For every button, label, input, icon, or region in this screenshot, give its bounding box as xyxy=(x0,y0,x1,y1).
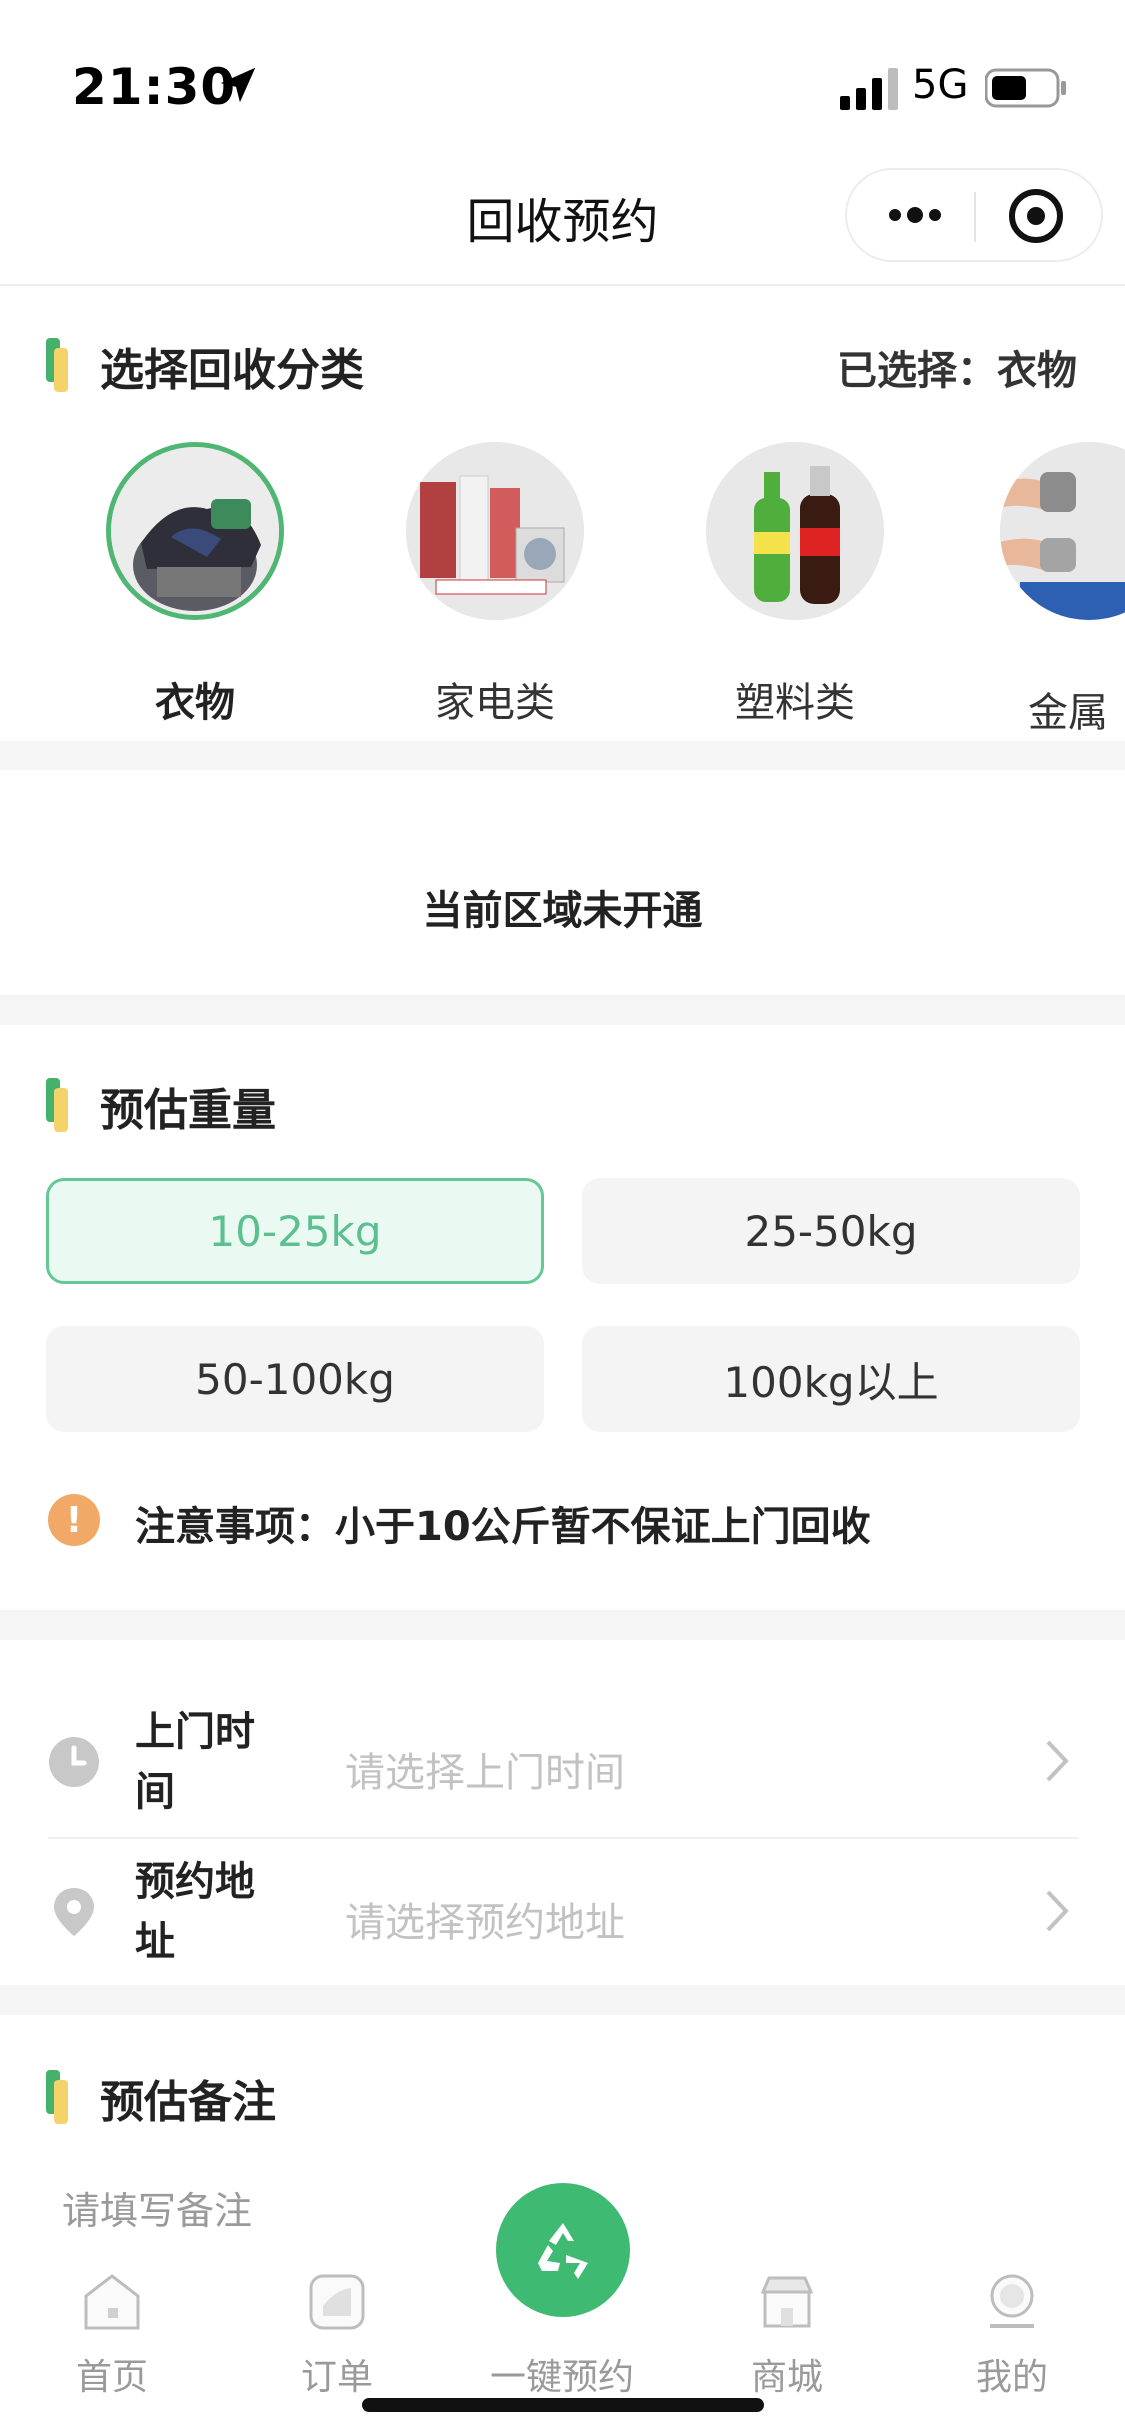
section-marker xyxy=(46,338,68,392)
tab-label-shop: 商城 xyxy=(750,2357,823,2398)
category-label-plastic: 塑料类 xyxy=(735,680,855,726)
warning-icon: ! xyxy=(48,1494,100,1546)
signal-icon xyxy=(840,68,898,110)
weight-option-10-25[interactable]: 10-25kg xyxy=(46,1178,544,1284)
weight-option-100-plus[interactable]: 100kg以上 xyxy=(582,1326,1080,1432)
region-notice-text: 当前区域未开通 xyxy=(422,888,703,934)
selected-category-text: 已选择：衣物 xyxy=(837,348,1077,394)
location-arrow-icon xyxy=(220,67,256,103)
category-item-metal[interactable] xyxy=(1000,442,1125,620)
form-row-divider xyxy=(48,1837,1078,1839)
tab-label-quick-book: 一键预约 xyxy=(489,2357,634,2398)
weight-option-50-100[interactable]: 50-100kg xyxy=(46,1326,544,1432)
visit-time-label: 上门时间 xyxy=(135,1709,255,1815)
status-time: 21:30 xyxy=(72,58,237,116)
tab-home[interactable]: 首页 xyxy=(37,2270,187,2400)
address-field[interactable]: 请选择预约地址 xyxy=(345,1890,625,1948)
profile-icon xyxy=(990,2274,1034,2328)
location-pin-icon xyxy=(54,1888,94,1936)
weight-notice-text: 注意事项：小于10公斤暂不保证上门回收 xyxy=(135,1504,871,1550)
section-marker xyxy=(46,2070,68,2124)
more-icon[interactable] xyxy=(885,200,945,230)
tab-shop[interactable]: 商城 xyxy=(712,2270,862,2400)
category-item-clothing[interactable]: 衣物 xyxy=(95,442,295,728)
category-label-clothing: 衣物 xyxy=(155,680,235,726)
shop-icon xyxy=(760,2276,814,2328)
category-section-title: 选择回收分类 xyxy=(100,345,364,396)
category-item-appliance[interactable]: 家电类 xyxy=(395,442,595,728)
home-indicator xyxy=(362,2398,764,2412)
category-label-appliance: 家电类 xyxy=(435,680,555,726)
plastic-image xyxy=(706,442,884,620)
quick-book-button[interactable] xyxy=(496,2183,630,2317)
battery-icon xyxy=(985,68,1066,108)
appliance-image xyxy=(406,442,584,620)
tab-orders[interactable]: 订单 xyxy=(262,2270,412,2400)
close-target-icon[interactable] xyxy=(1007,187,1065,245)
tab-label-orders: 订单 xyxy=(300,2357,373,2398)
mini-program-capsule xyxy=(845,168,1103,262)
weight-option-25-50[interactable]: 25-50kg xyxy=(582,1178,1080,1284)
category-item-plastic[interactable]: 塑料类 xyxy=(695,442,895,728)
visit-time-field[interactable]: 请选择上门时间 xyxy=(345,1740,625,1798)
chevron-right-icon[interactable] xyxy=(1042,1888,1072,1934)
weight-section-title: 预估重量 xyxy=(100,1085,276,1136)
recycle-icon xyxy=(538,2223,588,2279)
address-label: 预约地址 xyxy=(135,1859,255,1965)
network-label: 5G xyxy=(912,62,969,108)
remark-input[interactable]: 请填写备注 xyxy=(62,2180,252,2235)
tab-label-home: 首页 xyxy=(75,2357,148,2398)
tab-profile[interactable]: 我的 xyxy=(937,2270,1087,2400)
capsule-divider xyxy=(974,192,976,242)
section-marker xyxy=(46,1078,68,1132)
clothing-image xyxy=(106,442,284,620)
chevron-right-icon[interactable] xyxy=(1042,1738,1072,1784)
tab-label-profile: 我的 xyxy=(975,2357,1048,2398)
clock-icon xyxy=(49,1737,99,1787)
category-label-metal: 金属 xyxy=(1028,690,1108,736)
remark-section-title: 预估备注 xyxy=(100,2077,276,2128)
metal-image xyxy=(1000,442,1125,620)
home-icon xyxy=(84,2274,140,2330)
order-icon xyxy=(309,2274,365,2330)
